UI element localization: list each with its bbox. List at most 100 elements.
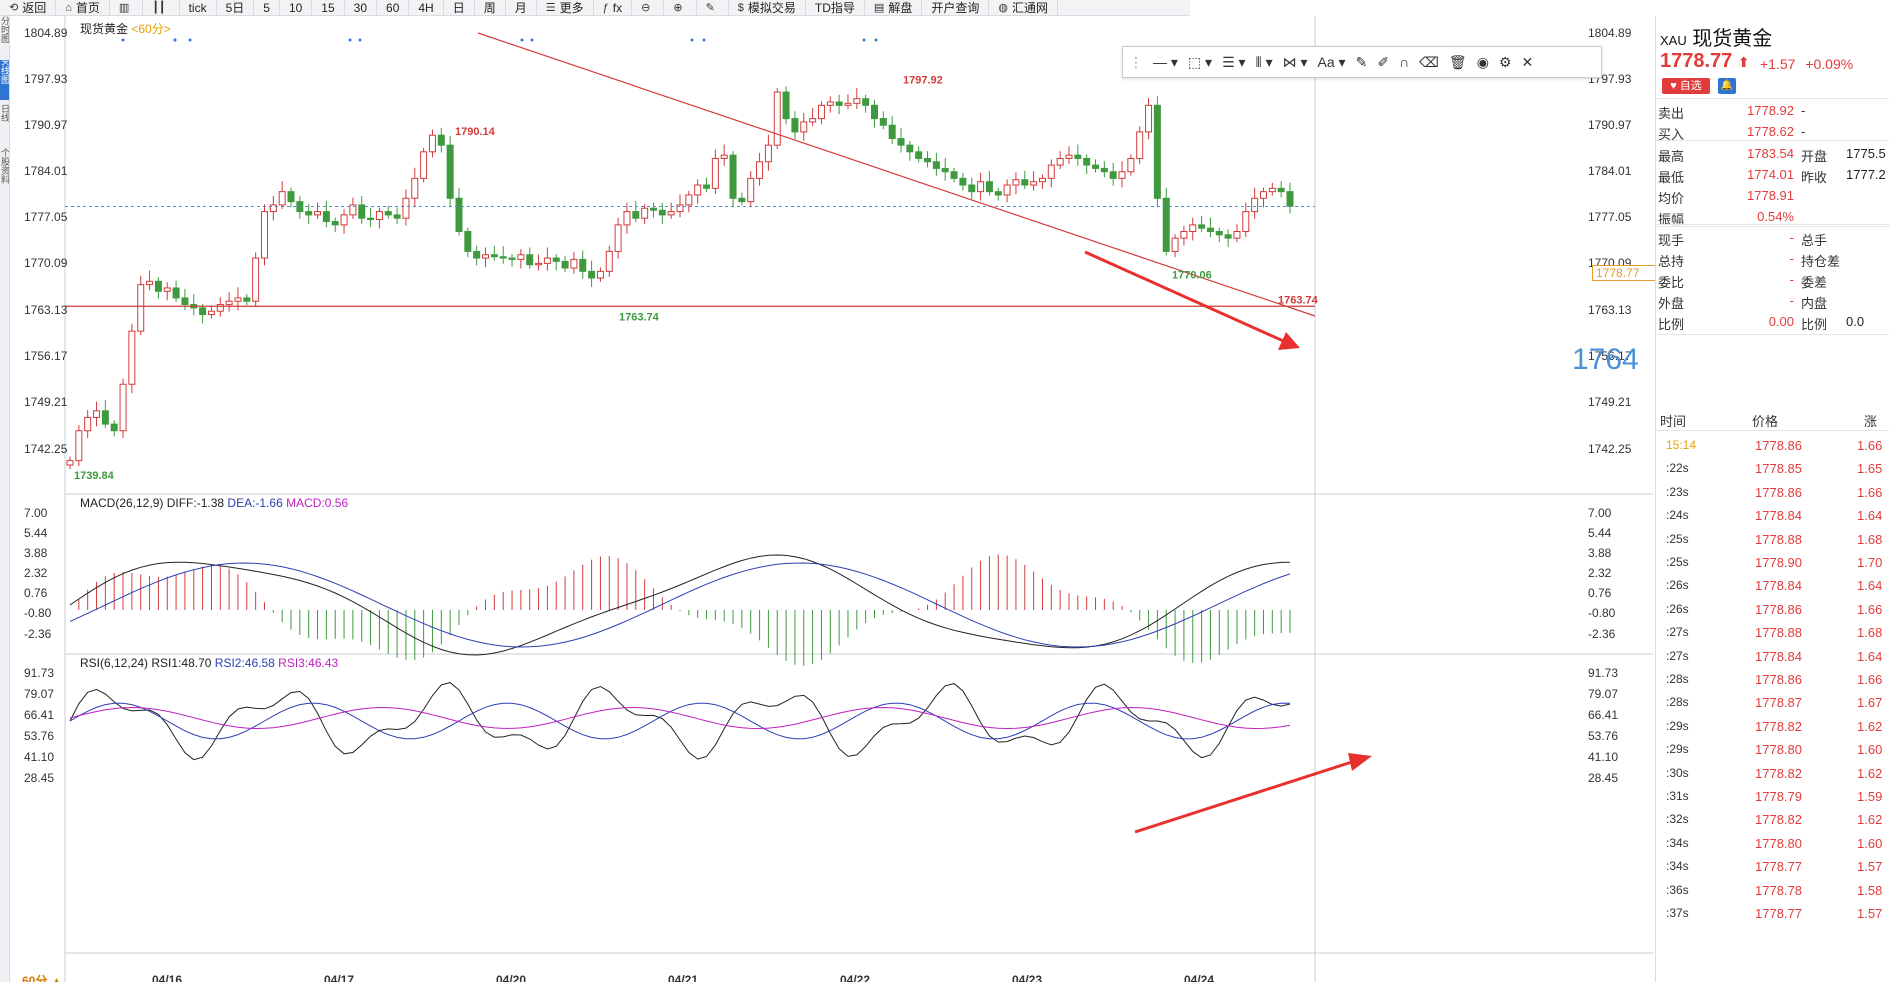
rsi-axis-label-l: 91.73 [24,666,55,680]
line-tool-icon[interactable]: — ▾ [1153,54,1178,71]
period-selector[interactable]: 60分 ▲ [22,972,63,982]
toolbar-item-8[interactable]: 15 [312,0,345,15]
red-arrow-shaft [1084,250,1291,346]
price-axis-label-r: 1804.89 [1588,26,1632,40]
tick-row[interactable]: :28s 1778.87 1.67 [1656,691,1889,714]
eraser-icon[interactable]: ⌫ [1419,54,1439,71]
candle-body [844,102,852,106]
alert-bell-icon[interactable]: 🔔 [1718,78,1736,94]
ruler-icon[interactable]: ✎ [1356,54,1368,71]
toolbar-item-9[interactable]: 30 [345,0,378,15]
rect-tool-icon[interactable]: ⬚ ▾ [1188,54,1212,71]
toolbar-item-2[interactable]: ▥ [110,0,144,15]
toolbar-item-6[interactable]: 5 [254,0,280,15]
toolbar-item-14[interactable]: 月 [506,0,537,15]
toolbar-item-0[interactable]: ⟲ 返回 [0,0,57,15]
toolbar-item-19[interactable]: ✎ [697,0,729,15]
tick-row[interactable]: :26s 1778.86 1.66 [1656,598,1889,621]
toolbar-item-12[interactable]: 日 [444,0,475,15]
candle-body [605,250,613,272]
candle-body [93,410,101,418]
left-tab-kline[interactable]: K线图 [0,60,9,100]
rsi-axis-label-l: 41.10 [24,750,55,764]
magnet-icon[interactable]: ∩ [1399,54,1409,70]
toolbar-item-23[interactable]: 开户查询 [922,0,990,15]
toolbar-item-11[interactable]: 4H [409,0,444,15]
pattern-tool-icon[interactable]: ⋈ ▾ [1283,54,1308,71]
tick-row[interactable]: :36s 1778.78 1.58 [1656,879,1889,902]
fib-tool-icon[interactable]: ☰ ▾ [1222,54,1245,71]
chart-period[interactable]: <60分> [131,22,170,36]
tick-row[interactable]: :31s 1778.79 1.59 [1656,785,1889,808]
rsi-axis-label-l: 66.41 [24,708,55,722]
panel-divider [1656,140,1889,141]
toolbar-item-20[interactable]: $ 模拟交易 [729,0,806,15]
text-tool-icon[interactable]: Aa ▾ [1318,54,1346,71]
candle-body [773,91,781,146]
toolbar-item-21[interactable]: TD指导 [806,0,865,15]
toolbar-item-15[interactable]: ☰ 更多 [537,0,594,15]
tick-row[interactable]: 15:14 1778.86 1.66 [1656,434,1889,457]
tick-change: 1.62 [1857,718,1883,734]
candle-body [287,191,295,203]
tick-row[interactable]: :30s 1778.82 1.62 [1656,762,1889,785]
channel-tool-icon[interactable]: ⦀ ▾ [1256,54,1273,71]
left-tab-profile[interactable]: 个股资料 [0,148,9,188]
grip-icon[interactable]: ⋮ [1129,54,1143,71]
toolbar-item-5[interactable]: 5日 [217,0,255,15]
rsi-legend: RSI(6,12,24) RSI1:48.70 RSI2:46.58 RSI3:… [80,656,338,670]
toolbar-item-16[interactable]: ƒ fx [594,0,633,15]
toolbar-item-1[interactable]: ⌂ 首页 [56,0,110,15]
tick-time: :27s [1666,648,1689,663]
tick-row[interactable]: :34s 1778.80 1.60 [1656,832,1889,855]
rsi-axis-label-r: 41.10 [1588,750,1619,764]
brush-icon[interactable]: ✐ [1377,54,1389,71]
quote-price: 1778.77 ⬆ [1660,50,1750,73]
tick-row[interactable]: :34s 1778.77 1.57 [1656,855,1889,878]
toolbar-item-22[interactable]: ▤ 解盘 [865,0,923,15]
toolbar-item-10[interactable]: 60 [377,0,410,15]
tick-row[interactable]: :27s 1778.88 1.68 [1656,621,1889,644]
candle-body [1206,227,1214,233]
toolbar-item-7[interactable]: 10 [280,0,313,15]
tick-change: 1.68 [1857,531,1883,547]
toolbar-item-3[interactable]: ┃┃ [143,0,180,15]
tick-row[interactable]: :25s 1778.90 1.70 [1656,551,1889,574]
tick-row[interactable]: :26s 1778.84 1.64 [1656,574,1889,597]
chart-area[interactable]: 1790.14 1797.92 1739.84 1763.74 1770.06 1763.… [10,16,1656,982]
toolbar-item-13[interactable]: 周 [475,0,506,15]
left-tab-timeshare[interactable]: 分时图 [0,16,9,56]
toolbar-item-4[interactable]: tick [180,0,217,15]
tick-row[interactable]: :27s 1778.84 1.64 [1656,645,1889,668]
tick-row[interactable]: :32s 1778.82 1.62 [1656,808,1889,831]
macd-diff-line [69,554,1291,656]
trash-icon[interactable]: 🗑 [1449,54,1467,71]
toolbar-item-label: 15 [321,0,335,15]
toolbar-item-label: 开户查询 [931,0,980,15]
toolbar-item-17[interactable]: ⊖ [632,0,665,15]
gear-icon[interactable]: ⚙ [1499,54,1512,71]
tick-row[interactable]: :23s 1778.86 1.66 [1656,481,1889,504]
close-icon[interactable]: ✕ [1521,54,1533,71]
tick-row[interactable]: :29s 1778.82 1.62 [1656,715,1889,738]
price-annotation: 1770.06 [1172,269,1212,281]
candle-body [1224,234,1232,239]
signal-dot [188,38,192,42]
tick-row[interactable]: :29s 1778.80 1.60 [1656,738,1889,761]
toolbar-item-18[interactable]: ⊕ [664,0,697,15]
left-tab-daily[interactable]: 日线 [0,104,9,144]
toolbar-item-label: 60 [386,0,400,15]
rsi3-value: RSI3:46.43 [278,656,339,670]
add-favorite-button[interactable]: ♥ 自选 [1662,78,1710,94]
tick-row[interactable]: :24s 1778.84 1.64 [1656,504,1889,527]
tick-row[interactable]: :28s 1778.86 1.66 [1656,668,1889,691]
tick-row[interactable]: :22s 1778.85 1.65 [1656,457,1889,480]
tick-time: :32s [1666,812,1689,827]
eye-icon[interactable]: ◉ [1477,54,1489,71]
candle-body [658,209,666,216]
candle-body [1065,154,1073,159]
toolbar-item-24[interactable]: ◍ 汇通网 [989,0,1058,15]
favorite-label: 自选 [1679,80,1702,92]
tick-row[interactable]: :25s 1778.88 1.68 [1656,528,1889,551]
tick-row[interactable]: :37s 1778.77 1.57 [1656,902,1889,925]
